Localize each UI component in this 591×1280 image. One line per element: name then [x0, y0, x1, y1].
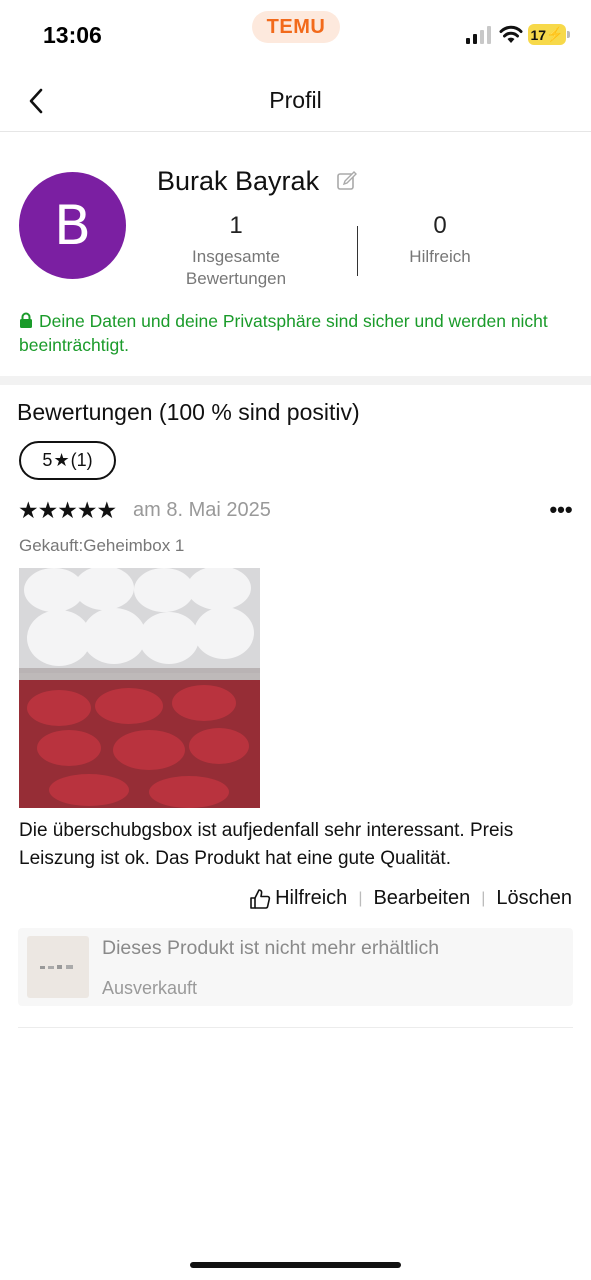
product-status: Ausverkauft — [102, 978, 198, 998]
page-title: Profil — [269, 87, 322, 113]
reviews-count: 1 — [229, 212, 243, 239]
helpful-count: 0 — [433, 212, 447, 239]
review-photo-image — [19, 568, 260, 808]
reviews-heading: Bewertungen (100 % sind positiv) — [17, 399, 360, 425]
review-actions: Hilfreich | Bearbeiten | Löschen — [249, 887, 572, 910]
section-divider — [0, 376, 591, 385]
avatar: B — [19, 172, 126, 279]
temu-badge[interactable]: TEMU — [252, 11, 340, 43]
chip-count: (1) — [70, 450, 93, 470]
stat-helpful[interactable]: 0 Hilfreich — [380, 212, 500, 268]
edit-icon[interactable] — [336, 170, 358, 192]
wifi-icon — [499, 25, 523, 43]
profile-name: Burak Bayrak — [157, 166, 320, 196]
status-bar: 13:06 TEMU 17 ⚡ — [0, 0, 591, 70]
battery-icon: 17 ⚡ — [528, 24, 570, 45]
action-separator: | — [481, 889, 486, 907]
battery-level: 17 — [530, 26, 547, 43]
review-photo[interactable] — [19, 568, 260, 808]
list-divider — [18, 1027, 573, 1028]
product-card[interactable]: Dieses Produkt ist nicht mehr erhältlich… — [18, 928, 573, 1006]
helpful-button[interactable]: Hilfreich — [249, 887, 347, 910]
edit-button[interactable]: Bearbeiten — [373, 887, 470, 910]
temu-badge-label: TEMU — [266, 15, 326, 38]
signal-icon — [466, 26, 491, 44]
stat-divider — [357, 226, 358, 276]
product-thumbnail-image — [40, 965, 73, 969]
privacy-notice: Deine Daten und deine Privatsphäre sind … — [19, 309, 579, 357]
delete-button[interactable]: Löschen — [496, 887, 572, 910]
lock-icon — [20, 312, 32, 328]
product-title: Dieses Produkt ist nicht mehr erhältlich — [102, 937, 440, 959]
more-options-icon[interactable]: ••• — [545, 497, 577, 522]
review-date: am 8. Mai 2025 — [133, 499, 271, 521]
nav-header: Profil — [0, 70, 591, 132]
reviews-label: Insgesamte Bewertungen — [168, 246, 304, 290]
status-time: 13:06 — [43, 22, 102, 48]
star-icon: ★ — [53, 450, 70, 470]
thumbs-up-icon — [250, 888, 271, 909]
purchase-info: Gekauft:Geheimbox 1 — [19, 536, 185, 555]
rating-filter-chip[interactable]: 5 ★ (1) — [19, 441, 116, 480]
chip-rating: 5 — [42, 450, 53, 470]
review-rating-stars-icon: ★★★★★ — [18, 497, 117, 523]
charging-bolt-icon: ⚡ — [546, 26, 564, 42]
action-separator: | — [358, 889, 363, 907]
privacy-text: Deine Daten und deine Privatsphäre sind … — [19, 311, 548, 355]
avatar-letter: B — [53, 194, 92, 257]
product-thumbnail — [27, 936, 89, 998]
reviews-label-line1: Insgesamte — [192, 247, 280, 266]
stat-total-reviews[interactable]: 1 Insgesamte Bewertungen — [168, 212, 304, 290]
home-indicator[interactable] — [190, 1262, 401, 1268]
helpful-button-label: Hilfreich — [275, 887, 348, 909]
helpful-label: Hilfreich — [409, 247, 471, 266]
review-text: Die überschubgsbox ist aufjedenfall sehr… — [19, 820, 514, 869]
reviews-label-line2: Bewertungen — [185, 269, 287, 288]
